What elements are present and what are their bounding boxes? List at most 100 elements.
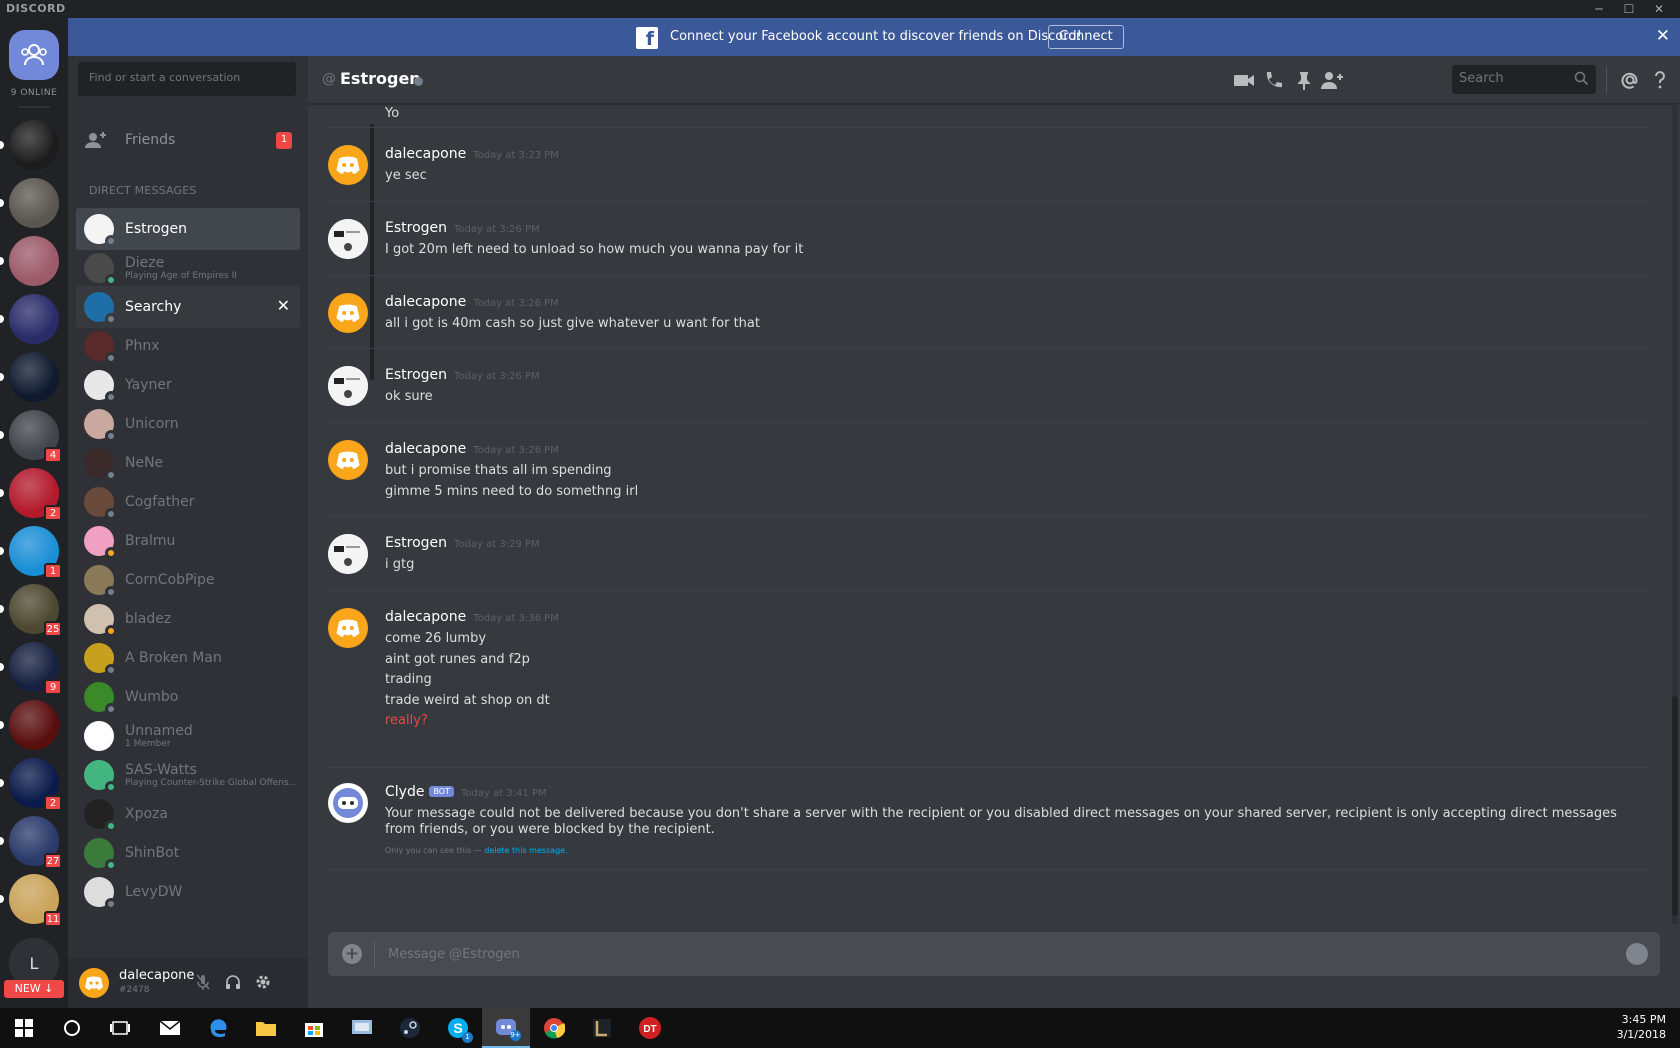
dm-item[interactable]: ShinBot	[76, 832, 300, 874]
user-settings-gear-icon[interactable]	[254, 974, 272, 992]
message-text: i gtg	[385, 557, 415, 572]
guild-icon[interactable]	[0, 178, 59, 228]
dm-item[interactable]: Unnamed 1 Member	[76, 715, 300, 757]
guild-icon[interactable]: 2	[0, 758, 62, 811]
message-author[interactable]: Estrogen	[385, 367, 447, 383]
message-avatar[interactable]	[328, 534, 368, 574]
dm-item[interactable]: Bralmu	[76, 520, 300, 562]
help-icon[interactable]	[1648, 69, 1672, 91]
pinned-messages-icon[interactable]	[1292, 69, 1316, 91]
dm-item[interactable]: Phnx	[76, 325, 300, 367]
mentions-at-icon[interactable]	[1618, 69, 1642, 91]
message-timestamp: Today at 3:26 PM	[473, 445, 559, 456]
close-dm-icon[interactable]: ✕	[277, 296, 290, 315]
connect-button[interactable]: Connect	[1048, 25, 1124, 49]
message-avatar[interactable]	[328, 219, 368, 259]
dm-item[interactable]: Estrogen	[76, 208, 300, 250]
status-dot	[105, 625, 117, 637]
dt-app-icon[interactable]: DT	[626, 1008, 674, 1048]
guild-icon[interactable]	[0, 294, 59, 344]
delete-message-link[interactable]: delete this message.	[484, 846, 567, 855]
message-avatar[interactable]	[328, 608, 368, 648]
friends-home-button[interactable]	[9, 30, 59, 80]
header-search-input[interactable]: Search	[1452, 65, 1596, 94]
guild-icon[interactable]	[0, 352, 59, 402]
dm-item[interactable]: Wumbo	[76, 676, 300, 718]
dm-item[interactable]: bladez	[76, 598, 300, 640]
guild-icon[interactable]: 27	[0, 816, 62, 869]
guild-icon[interactable]: 1	[0, 526, 62, 579]
dm-item[interactable]: A Broken Man	[76, 637, 300, 679]
store-icon[interactable]	[290, 1008, 338, 1048]
file-explorer-icon[interactable]	[242, 1008, 290, 1048]
close-window-button[interactable]: ✕	[1644, 0, 1674, 18]
message-author[interactable]: Estrogen	[385, 535, 447, 551]
add-friend-icon[interactable]	[1320, 69, 1344, 91]
voice-call-icon[interactable]	[1262, 69, 1286, 91]
message-avatar[interactable]	[328, 366, 368, 406]
windows-start-icon[interactable]	[0, 1008, 48, 1048]
edge-browser-icon[interactable]	[194, 1008, 242, 1048]
new-unreads-button[interactable]: NEW ↓	[4, 980, 64, 998]
message-author[interactable]: Estrogen	[385, 220, 447, 236]
dm-item[interactable]: Yayner	[76, 364, 300, 406]
clyde-author[interactable]: Clyde	[385, 784, 424, 800]
dm-item[interactable]: NeNe	[76, 442, 300, 484]
control-panel-icon[interactable]	[338, 1008, 386, 1048]
message-text: really?	[385, 713, 428, 728]
unread-pill	[0, 141, 4, 149]
dm-text: bladez	[125, 611, 171, 627]
chrome-icon[interactable]	[530, 1008, 578, 1048]
clyde-avatar[interactable]	[328, 783, 368, 823]
message-avatar[interactable]	[328, 145, 368, 185]
guild-icon[interactable]: 11	[0, 874, 62, 927]
close-banner-icon[interactable]: ✕	[1656, 26, 1670, 46]
guild-icon[interactable]: 9	[0, 642, 62, 695]
message-input[interactable]	[388, 932, 1588, 976]
dm-item[interactable]: LevyDW	[76, 871, 300, 913]
dm-item[interactable]: Unicorn	[76, 403, 300, 445]
task-view-icon[interactable]	[96, 1008, 144, 1048]
discord-logo-icon	[336, 451, 360, 469]
message-avatar[interactable]	[328, 293, 368, 333]
dm-search-input[interactable]: Find or start a conversation	[78, 62, 296, 96]
clyde-note: Only you can see this — delete this mess…	[385, 846, 568, 855]
maximize-button[interactable]: ☐	[1614, 0, 1644, 18]
message-author[interactable]: dalecapone	[385, 146, 466, 162]
video-call-icon[interactable]	[1232, 69, 1256, 91]
guild-icon[interactable]	[0, 700, 59, 750]
system-clock[interactable]: 3:45 PM 3/1/2018	[1617, 1012, 1666, 1042]
dm-avatar	[84, 214, 117, 247]
dm-item[interactable]: Cogfather	[76, 481, 300, 523]
guild-icon[interactable]: 4	[0, 410, 62, 463]
minimize-button[interactable]: ─	[1584, 0, 1614, 18]
discord-taskbar-icon[interactable]: 9+	[482, 1008, 530, 1048]
message-author[interactable]: dalecapone	[385, 609, 466, 625]
guild-icon[interactable]: 2	[0, 468, 62, 521]
message-author[interactable]: dalecapone	[385, 441, 466, 457]
skype-icon[interactable]: S1	[434, 1008, 482, 1048]
dm-name: ShinBot	[125, 844, 180, 861]
steam-icon[interactable]	[386, 1008, 434, 1048]
upload-plus-icon[interactable]: +	[342, 944, 362, 964]
message-scrollbar[interactable]	[1672, 104, 1678, 924]
cortana-search-icon[interactable]	[48, 1008, 96, 1048]
friends-nav-item[interactable]: Friends 1	[76, 122, 300, 158]
guild-icon[interactable]: 25	[0, 584, 62, 637]
guild-icon[interactable]	[0, 236, 59, 286]
dm-item[interactable]: Dieze Playing Age of Empires II	[76, 247, 300, 289]
mail-app-icon[interactable]	[146, 1008, 194, 1048]
dm-item[interactable]: CornCobPipe	[76, 559, 300, 601]
deafen-headphones-icon[interactable]	[224, 974, 242, 992]
emoji-picker-icon[interactable]	[1626, 943, 1648, 965]
scroll-thumb[interactable]	[1672, 696, 1678, 916]
league-of-legends-icon[interactable]	[578, 1008, 626, 1048]
message-author[interactable]: dalecapone	[385, 294, 466, 310]
message-avatar[interactable]	[328, 440, 368, 480]
user-avatar[interactable]	[79, 968, 109, 998]
dm-item[interactable]: Xpoza	[76, 793, 300, 835]
mute-mic-icon[interactable]	[194, 974, 212, 992]
guild-icon[interactable]	[0, 120, 59, 170]
dm-item[interactable]: Searchy ✕	[76, 286, 300, 328]
dm-item[interactable]: SAS-Watts Playing Counter-Strike Global O…	[76, 754, 300, 796]
